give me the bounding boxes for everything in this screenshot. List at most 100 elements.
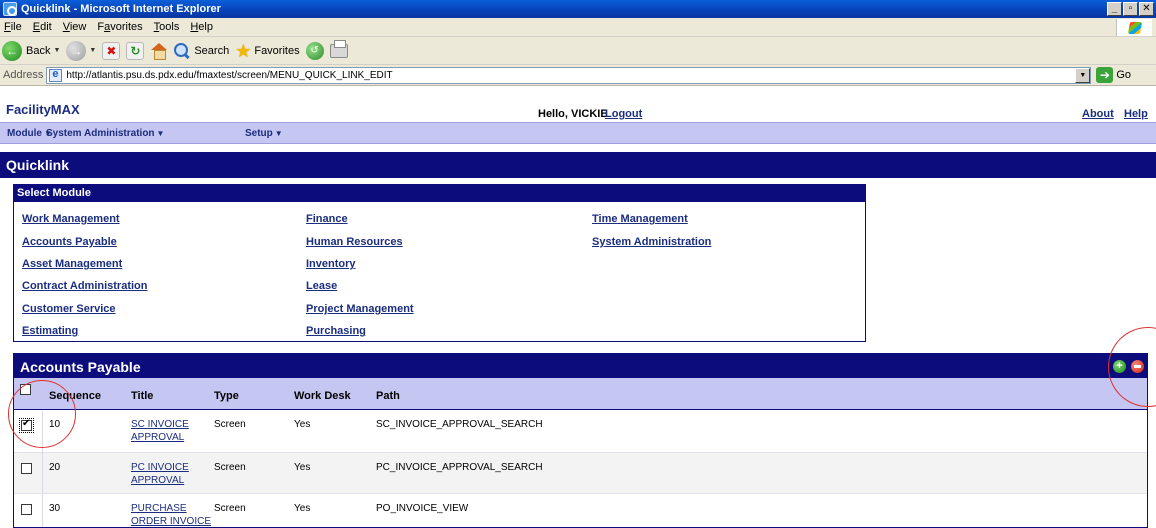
history-icon: ↺ (305, 41, 324, 60)
cell-work-desk: Yes (294, 503, 311, 514)
window-title: Quicklink - Microsoft Internet Explorer (21, 3, 221, 15)
module-link-lease[interactable]: Lease (306, 280, 337, 292)
accounts-payable-panel: Accounts Payable + Sequence Title Type W… (13, 353, 1148, 528)
cell-title-link[interactable]: SC INVOICE APPROVAL (131, 418, 189, 444)
cell-type: Screen (214, 419, 246, 430)
module-link-accounts-payable[interactable]: Accounts Payable (22, 236, 117, 248)
about-link[interactable]: About (1082, 108, 1114, 120)
app-header: FacilityMAX Hello, VICKIE Logout About H… (0, 86, 1156, 122)
refresh-icon: ↻ (126, 41, 145, 60)
printer-icon (329, 39, 348, 58)
address-label: Address (3, 69, 44, 81)
page-title-bar: Quicklink (0, 152, 1156, 178)
menu-view[interactable]: View (63, 21, 87, 33)
menu-file[interactable]: File (4, 21, 22, 33)
module-link-finance[interactable]: Finance (306, 213, 348, 225)
module-link-work-management[interactable]: Work Management (22, 213, 120, 225)
cell-type: Screen (214, 503, 246, 514)
chevron-down-icon: ▼ (89, 47, 97, 54)
window-titlebar: Quicklink - Microsoft Internet Explorer … (0, 0, 1156, 18)
windows-logo-icon (1116, 19, 1152, 36)
app-brand: FacilityMAX (6, 102, 80, 117)
user-greeting: Hello, VICKIE (538, 108, 608, 120)
module-link-human-resources[interactable]: Human Resources (306, 236, 403, 248)
column-header-work-desk[interactable]: Work Desk (294, 390, 351, 402)
browser-toolbar: ← Back ▼ → ▼ ✖ ↻ Search ★ Favorites ↺ (0, 37, 1156, 65)
address-bar: Address http://atlantis.psu.ds.pdx.edu/f… (0, 65, 1156, 86)
favorites-button[interactable]: ★ Favorites (235, 40, 299, 61)
module-link-customer-service[interactable]: Customer Service (22, 303, 116, 315)
stop-button[interactable]: ✖ (102, 41, 121, 60)
star-icon: ★ (235, 40, 252, 61)
caret-down-icon: ▼ (274, 129, 283, 138)
page-title: Quicklink (6, 157, 70, 173)
caret-down-icon: ▼ (156, 129, 165, 138)
home-button[interactable] (150, 42, 168, 60)
logout-link[interactable]: Logout (605, 108, 642, 120)
cell-path: PO_INVOICE_VIEW (376, 503, 469, 514)
module-link-time-management[interactable]: Time Management (592, 213, 688, 225)
go-button[interactable]: ➔ Go (1096, 67, 1131, 83)
table-row: 10 SC INVOICEAPPROVAL Screen Yes SC_INVO… (14, 411, 1147, 453)
select-module-panel: Select Module Work Management Accounts P… (13, 184, 866, 342)
app-nav-bar: Module ▼ System Administration ▼ Setup ▼ (0, 122, 1156, 144)
cell-path: PC_INVOICE_APPROVAL_SEARCH (376, 462, 543, 473)
accounts-payable-header: Accounts Payable + (14, 354, 1147, 378)
cell-sequence: 20 (49, 462, 61, 473)
go-arrow-icon: ➔ (1096, 67, 1114, 83)
annotation-circle-checkbox (8, 380, 76, 448)
print-button[interactable] (329, 39, 348, 58)
help-link[interactable]: Help (1124, 108, 1148, 120)
module-link-asset-management[interactable]: Asset Management (22, 258, 122, 270)
menu-tools[interactable]: Tools (154, 21, 180, 33)
module-link-estimating[interactable]: Estimating (22, 325, 78, 337)
nav-system-administration[interactable]: System Administration ▼ (46, 128, 164, 139)
ie-icon (3, 2, 17, 16)
cell-path: SC_INVOICE_APPROVAL_SEARCH (376, 419, 543, 430)
address-input[interactable]: http://atlantis.psu.ds.pdx.edu/fmaxtest/… (46, 66, 1092, 84)
back-button[interactable]: ← Back ▼ (2, 40, 61, 61)
address-dropdown-button[interactable]: ▼ (1075, 67, 1091, 83)
row-checkbox[interactable] (21, 463, 32, 474)
minimize-button[interactable]: _ (1107, 2, 1122, 16)
close-button[interactable]: ✕ (1139, 2, 1154, 16)
back-arrow-icon: ← (2, 40, 22, 61)
forward-button[interactable]: → ▼ (66, 40, 97, 61)
table-row: 20 PC INVOICE APPROVAL Screen Yes PC_INVO… (14, 453, 1147, 494)
forward-arrow-icon: → (66, 40, 87, 61)
search-icon (174, 42, 190, 59)
history-button[interactable]: ↺ (305, 41, 324, 60)
column-header-type[interactable]: Type (214, 390, 239, 402)
cell-type: Screen (214, 462, 246, 473)
menu-edit[interactable]: Edit (33, 21, 52, 33)
refresh-button[interactable]: ↻ (126, 41, 145, 60)
menu-favorites[interactable]: Favorites (97, 21, 142, 33)
select-module-heading: Select Module (14, 185, 865, 202)
maximize-button[interactable]: ▫ (1123, 2, 1138, 16)
chevron-down-icon: ▼ (53, 47, 61, 54)
module-link-inventory[interactable]: Inventory (306, 258, 356, 270)
menu-help[interactable]: Help (190, 21, 213, 33)
module-link-contract-administration[interactable]: Contract Administration (22, 280, 148, 292)
module-link-system-administration[interactable]: System Administration (592, 236, 711, 248)
menu-bar: File Edit View Favorites Tools Help (0, 18, 1156, 37)
cell-title-link[interactable]: PC INVOICE APPROVAL (131, 461, 189, 487)
column-header-title[interactable]: Title (131, 390, 153, 402)
cell-work-desk: Yes (294, 419, 311, 430)
cell-title-link[interactable]: PURCHASE ORDER INVOICE (131, 502, 211, 527)
cell-sequence: 30 (49, 503, 61, 514)
row-checkbox[interactable] (21, 504, 32, 515)
grid-header-row: Sequence Title Type Work Desk Path (14, 378, 1147, 410)
window-controls: _ ▫ ✕ (1107, 2, 1154, 16)
accounts-payable-heading: Accounts Payable (20, 359, 141, 375)
address-url: http://atlantis.psu.ds.pdx.edu/fmaxtest/… (66, 69, 393, 81)
cell-work-desk: Yes (294, 462, 311, 473)
page-icon (49, 68, 63, 82)
module-link-purchasing[interactable]: Purchasing (306, 325, 366, 337)
module-link-project-management[interactable]: Project Management (306, 303, 414, 315)
stop-icon: ✖ (102, 41, 121, 60)
column-header-path[interactable]: Path (376, 390, 400, 402)
home-icon (150, 42, 168, 60)
search-button[interactable]: Search (174, 42, 229, 59)
nav-setup[interactable]: Setup ▼ (245, 128, 283, 139)
